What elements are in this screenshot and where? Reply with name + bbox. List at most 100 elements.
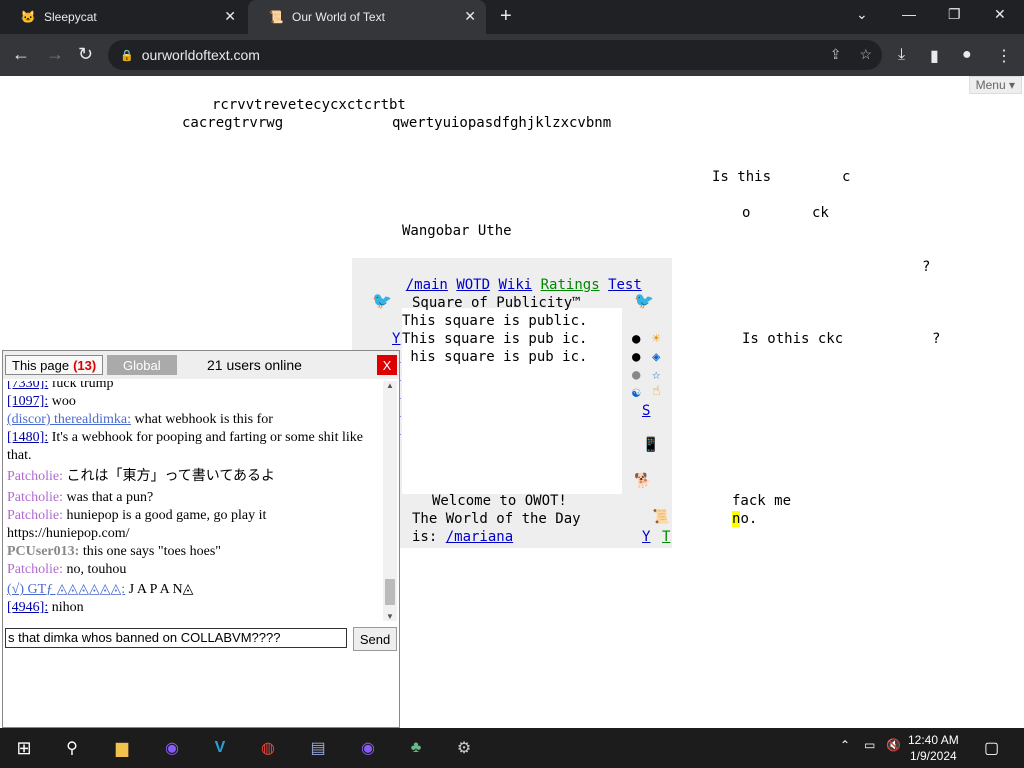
world-text: cacregtrvrwg	[182, 115, 284, 131]
minimize-icon[interactable]: —	[902, 6, 916, 22]
file-explorer-icon[interactable]: ▆	[110, 736, 134, 760]
url-text: ourworldoftext.com	[141, 47, 260, 63]
phone-icon[interactable]: 📱	[642, 436, 659, 454]
chat-message: (√) GTƒ ◬◬◬◬◬◬: J A P A N◬	[5, 579, 381, 599]
side-link[interactable]: Y	[392, 330, 400, 348]
windows-start-icon[interactable]: ⊞	[12, 736, 36, 760]
chat-user[interactable]: Patcholie:	[7, 469, 63, 484]
chat-message: Patcholie: これは「東方」って書いてあるよ	[5, 465, 381, 486]
chat-input[interactable]: s that dimka whos banned on COLLABVM????	[5, 628, 347, 648]
tab-sleepycat[interactable]: 🐱 Sleepycat ✕	[0, 0, 246, 34]
chat-user[interactable]: [1480]:	[7, 430, 48, 445]
tab-global[interactable]: Global	[107, 355, 177, 375]
scroll-down-icon[interactable]: ▼	[386, 612, 394, 621]
dog-icon[interactable]: 🐕	[634, 472, 651, 490]
dot-icon[interactable]: ●	[632, 366, 640, 384]
bookmark-star-icon[interactable]: ☆	[859, 46, 872, 63]
forward-icon[interactable]: →	[46, 44, 64, 64]
chat-message: (discor) therealdimka: what webhook is t…	[5, 411, 381, 429]
chat-message: Patcholie: huniepop is a good game, go p…	[5, 507, 381, 543]
lock-icon: 🔒	[120, 49, 134, 62]
chat-close-button[interactable]: X	[377, 355, 397, 375]
close-tab-icon[interactable]: ✕	[224, 8, 236, 25]
chevron-up-icon[interactable]: ⌃	[840, 738, 850, 752]
chat-user[interactable]: Patcholie:	[7, 490, 63, 505]
tab-search-icon[interactable]: ⌄	[856, 6, 868, 23]
hand-icon[interactable]: ☝	[652, 382, 660, 400]
chat-message: Patcholie: no, touhou	[5, 561, 381, 579]
volume-muted-icon[interactable]: 🔇	[886, 738, 901, 752]
chrome-icon[interactable]: ◍	[256, 736, 280, 760]
chat-user[interactable]: [7330]:	[7, 381, 48, 391]
tab-owot[interactable]: 📜 Our World of Text ✕	[248, 0, 486, 34]
scroll-up-icon[interactable]: ▲	[386, 381, 394, 390]
new-tab-button[interactable]: +	[500, 6, 512, 26]
chat-text: It's a webhook for pooping and farting o…	[7, 430, 363, 463]
world-text: ?	[922, 259, 931, 275]
scroll-icon[interactable]: 📜	[652, 508, 669, 526]
tab-bar: 🐱 Sleepycat ✕ 📜 Our World of Text ✕ + ⌄ …	[0, 0, 1024, 34]
chat-text: これは「東方」って書いてあるよ	[63, 469, 275, 484]
app-icon[interactable]: ◉	[356, 736, 380, 760]
chat-user[interactable]: (discor) therealdimka:	[7, 412, 131, 427]
chat-message: [1480]: It's a webhook for pooping and f…	[5, 429, 381, 465]
chat-message: [7330]: fuck trump	[5, 381, 381, 393]
link-wotd[interactable]: WOTD	[456, 277, 490, 293]
world-text: Is this	[712, 169, 772, 185]
clock[interactable]: 12:40 AM 1/9/2024	[908, 732, 959, 764]
corner-link[interactable]: Y	[642, 528, 650, 546]
search-icon[interactable]: ⚲	[60, 736, 84, 760]
dot-icon[interactable]: ●	[632, 348, 640, 366]
app-icon[interactable]: ◉	[160, 736, 184, 760]
dot-icon[interactable]: ●	[632, 330, 640, 348]
address-bar[interactable]: 🔒 ourworldoftext.com ⇪ ☆	[108, 40, 882, 70]
diamond-icon[interactable]: ◈	[652, 348, 660, 366]
scroll-thumb[interactable]	[385, 579, 395, 605]
chat-user[interactable]: [4946]:	[7, 600, 48, 615]
sidepanel-icon[interactable]: ▮	[930, 46, 939, 66]
chat-user[interactable]: (√) GTƒ ◬◬◬◬◬◬:	[7, 582, 125, 597]
sun-icon[interactable]: ☀	[652, 330, 660, 348]
link-main[interactable]: /main	[406, 277, 448, 293]
chat-user[interactable]: PCUser013:	[7, 544, 79, 559]
tab-title: Our World of Text	[292, 10, 385, 24]
send-button[interactable]: Send	[353, 627, 397, 651]
download-icon[interactable]: ⤓	[898, 46, 905, 64]
globe-icon[interactable]: ☯	[632, 384, 640, 402]
reload-icon[interactable]: ↻	[78, 44, 93, 64]
profile-icon[interactable]: ●	[962, 46, 972, 64]
world-text: o.	[740, 511, 758, 527]
wotd-link[interactable]: /mariana	[446, 529, 513, 545]
corner-link[interactable]: T	[662, 528, 670, 546]
chat-user[interactable]: Patcholie:	[7, 508, 63, 523]
notepad-icon[interactable]: ▤	[306, 736, 330, 760]
chat-text: woo	[48, 394, 76, 409]
game-icon[interactable]: ♣	[404, 736, 428, 760]
restore-icon[interactable]: ❐	[948, 6, 961, 23]
chat-text: what webhook is this for	[131, 412, 273, 427]
back-icon[interactable]: ←	[12, 44, 30, 64]
notification-icon[interactable]: ▢	[984, 738, 999, 758]
network-icon[interactable]: ▭	[864, 738, 875, 752]
chat-user[interactable]: Patcholie:	[7, 562, 63, 577]
chat-user[interactable]: [1097]:	[7, 394, 48, 409]
world-text: no.	[732, 510, 757, 528]
link-wiki[interactable]: Wiki	[498, 277, 532, 293]
online-count: 21 users online	[207, 357, 302, 373]
close-tab-icon[interactable]: ✕	[464, 8, 476, 25]
window-close-icon[interactable]: ✕	[994, 6, 1006, 23]
side-link-s[interactable]: S	[642, 402, 650, 420]
chat-message: PCUser013: this one says "toes hoes"	[5, 543, 381, 561]
square-line: This square is pub ic.	[402, 331, 588, 347]
chat-messages[interactable]: [7330]: fuck trump [1097]: woo (discor) …	[5, 381, 381, 621]
link-ratings[interactable]: Ratings	[541, 277, 600, 293]
steam-icon[interactable]: ⚙	[452, 736, 476, 760]
vmware-icon[interactable]: V	[208, 736, 232, 760]
world-text: fack me	[732, 493, 792, 509]
chat-scrollbar[interactable]: ▲ ▼	[383, 381, 397, 621]
bird-icon: 🐦	[372, 291, 392, 310]
more-menu-icon[interactable]: ⋮	[996, 46, 1012, 66]
menu-button[interactable]: Menu ▾	[968, 76, 1022, 94]
share-icon[interactable]: ⇪	[830, 46, 842, 63]
tab-this-page[interactable]: This page (13)	[5, 355, 104, 375]
